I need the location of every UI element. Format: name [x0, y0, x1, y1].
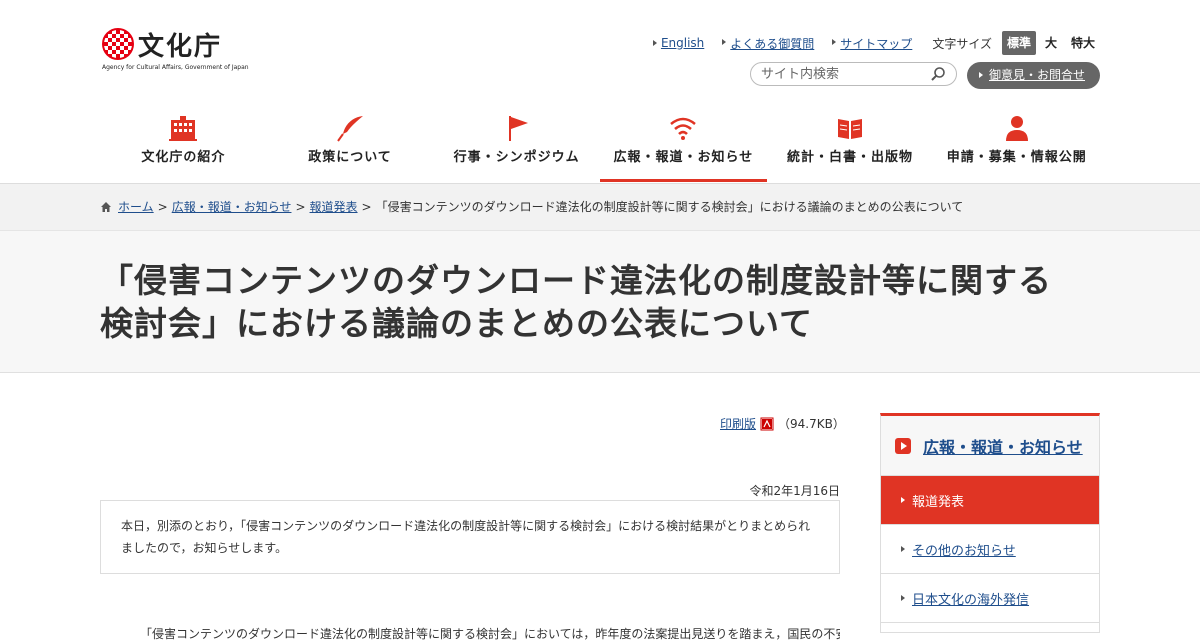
sidebar-item-label[interactable]: 日本文化の海外発信 [912, 589, 1029, 608]
play-icon [895, 437, 911, 454]
sidebar-nav: 広報・報道・お知らせ 報道発表 その他のお知らせ 日本文化の海外発信 [880, 413, 1100, 633]
sidebar-item-label: 報道発表 [912, 494, 965, 510]
building-icon [169, 116, 198, 141]
nav-label: 申請・募集・情報公開 [946, 150, 1087, 165]
home-icon [101, 201, 111, 212]
publish-date: 令和2年1月16日 [749, 484, 840, 498]
site-logo[interactable]: 文化庁 Agency for Cultural Affairs, Governm… [100, 26, 250, 76]
print-version: 印刷版 （94.7KB） [720, 415, 845, 432]
nav-item-policy[interactable]: 政策について [267, 108, 434, 183]
logo-name: 文化庁 [138, 32, 223, 62]
body-text: 「侵害コンテンツのダウンロード違法化の制度設計等に関する検討会」においては，昨年… [140, 627, 840, 641]
nav-item-applications[interactable]: 申請・募集・情報公開 [933, 108, 1100, 183]
print-file-size: （94.7KB） [778, 417, 845, 431]
breadcrumb-separator: > [361, 199, 372, 214]
search-input[interactable] [761, 63, 931, 86]
print-version-link[interactable]: 印刷版 [720, 415, 756, 432]
nav-label: 行事・シンポジウム [453, 150, 580, 165]
breadcrumb-home-link[interactable]: ホーム [118, 198, 154, 215]
contact-button[interactable]: 御意見・お問合せ [967, 62, 1100, 89]
logo-subtitle: Agency for Cultural Affairs, Government … [102, 64, 249, 71]
main-content: 印刷版 （94.7KB） 令和2年1月16日 本日，別添のとおり，「侵害コンテン… [0, 373, 1200, 641]
page-title-line-1: 「侵害コンテンツのダウンロード違法化の制度設計等に関する [100, 261, 1052, 300]
nav-label: 文化庁の紹介 [141, 150, 226, 165]
book-icon [838, 119, 863, 139]
flag-icon [508, 116, 528, 141]
font-size-standard-button[interactable]: 標準 [1001, 31, 1036, 55]
sidebar-item-label[interactable]: その他のお知らせ [912, 540, 1016, 559]
breadcrumb-separator: > [295, 199, 306, 214]
page-title-line-2: 検討会」における議論のまとめの公表について [100, 304, 814, 343]
sidebar-item-press-release[interactable]: 報道発表 [881, 476, 1099, 525]
feather-icon [337, 116, 363, 142]
wifi-icon [670, 117, 697, 140]
lead-text-box: 本日，別添のとおり，「侵害コンテンツのダウンロード違法化の制度設計等に関する検討… [100, 500, 840, 574]
person-icon [1005, 116, 1028, 141]
contact-label: 御意見・お問合せ [989, 68, 1086, 82]
site-search [750, 62, 957, 86]
nav-label: 統計・白書・出版物 [787, 150, 914, 165]
nav-label: 政策について [308, 150, 392, 165]
nav-item-about[interactable]: 文化庁の紹介 [100, 108, 267, 183]
utility-nav: English よくある御質問 サイトマップ 文字サイズ 標準 大 特大 [635, 31, 1100, 55]
nav-item-news[interactable]: 広報・報道・お知らせ [600, 108, 767, 183]
sidebar-item-overseas[interactable]: 日本文化の海外発信 [881, 574, 1099, 623]
english-link[interactable]: English [652, 36, 704, 50]
breadcrumb-bar: ホーム > 広報・報道・お知らせ > 報道発表 > 「侵害コンテンツのダウンロー… [0, 183, 1200, 231]
breadcrumb: ホーム > 広報・報道・お知らせ > 報道発表 > 「侵害コンテンツのダウンロー… [100, 198, 963, 215]
lead-text: 本日，別添のとおり，「侵害コンテンツのダウンロード違法化の制度設計等に関する検討… [121, 519, 811, 555]
sidebar-heading: 広報・報道・お知らせ [881, 416, 1099, 476]
pdf-icon [760, 417, 774, 430]
page-title-area: 「侵害コンテンツのダウンロード違法化の制度設計等に関する 検討会」における議論のま… [0, 231, 1200, 373]
font-size-large-button[interactable]: 大 [1040, 31, 1062, 55]
search-icon[interactable] [930, 66, 946, 82]
faq-link[interactable]: よくある御質問 [722, 35, 814, 52]
breadcrumb-current: 「侵害コンテンツのダウンロード違法化の制度設計等に関する検討会」における議論のま… [375, 200, 964, 214]
nav-item-events[interactable]: 行事・シンポジウム [433, 108, 600, 183]
font-size-label: 文字サイズ [932, 36, 992, 51]
breadcrumb-news-link[interactable]: 広報・報道・お知らせ [172, 198, 292, 215]
sitemap-link[interactable]: サイトマップ [832, 35, 912, 52]
nav-label: 広報・報道・お知らせ [613, 150, 754, 165]
site-header: 文化庁 Agency for Cultural Affairs, Governm… [0, 0, 1200, 183]
logo-mark-icon [102, 28, 134, 60]
font-size-xlarge-button[interactable]: 特大 [1066, 31, 1100, 55]
breadcrumb-press-link[interactable]: 報道発表 [310, 198, 358, 215]
sidebar-item-other-news[interactable]: その他のお知らせ [881, 525, 1099, 574]
page-title: 「侵害コンテンツのダウンロード違法化の制度設計等に関する 検討会」における議論のま… [100, 259, 1100, 345]
global-nav: 文化庁の紹介 政策について 行事・シンポジウム 広報・報道・お知らせ 統計・白書… [100, 108, 1100, 183]
nav-item-publications[interactable]: 統計・白書・出版物 [767, 108, 934, 183]
sidebar-heading-link[interactable]: 広報・報道・お知らせ [923, 434, 1083, 458]
breadcrumb-separator: > [157, 199, 168, 214]
